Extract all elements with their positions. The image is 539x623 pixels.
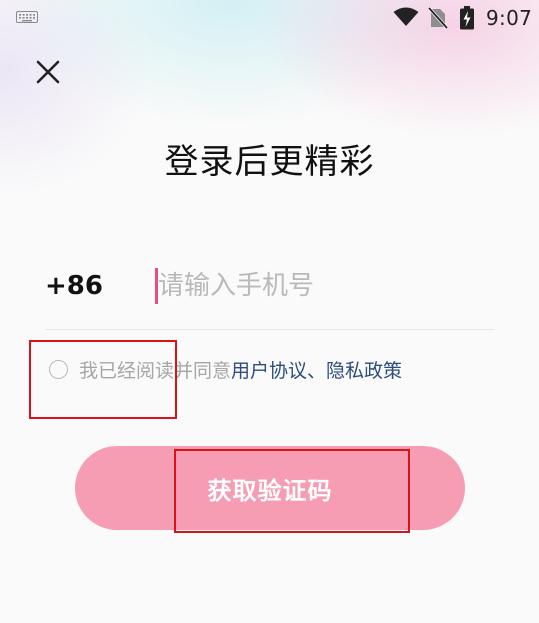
agreement-separator: 、 <box>307 360 327 382</box>
input-divider <box>45 329 495 330</box>
no-sim-icon <box>428 7 448 29</box>
privacy-policy-link[interactable]: 隐私政策 <box>326 360 402 382</box>
page-title: 登录后更精彩 <box>164 142 375 182</box>
highlight-box-button <box>174 449 410 533</box>
keyboard-icon <box>16 11 38 23</box>
user-agreement-link[interactable]: 用户协议 <box>231 360 307 382</box>
battery-charging-icon <box>460 6 474 30</box>
phone-number-input[interactable] <box>158 266 488 306</box>
country-code[interactable]: +86 <box>45 271 103 301</box>
highlight-box-agreement <box>29 340 177 419</box>
close-icon[interactable] <box>35 59 61 85</box>
clock: 9:07 <box>486 6 533 30</box>
status-bar: 9:07 <box>0 0 539 36</box>
wifi-icon <box>393 7 419 26</box>
